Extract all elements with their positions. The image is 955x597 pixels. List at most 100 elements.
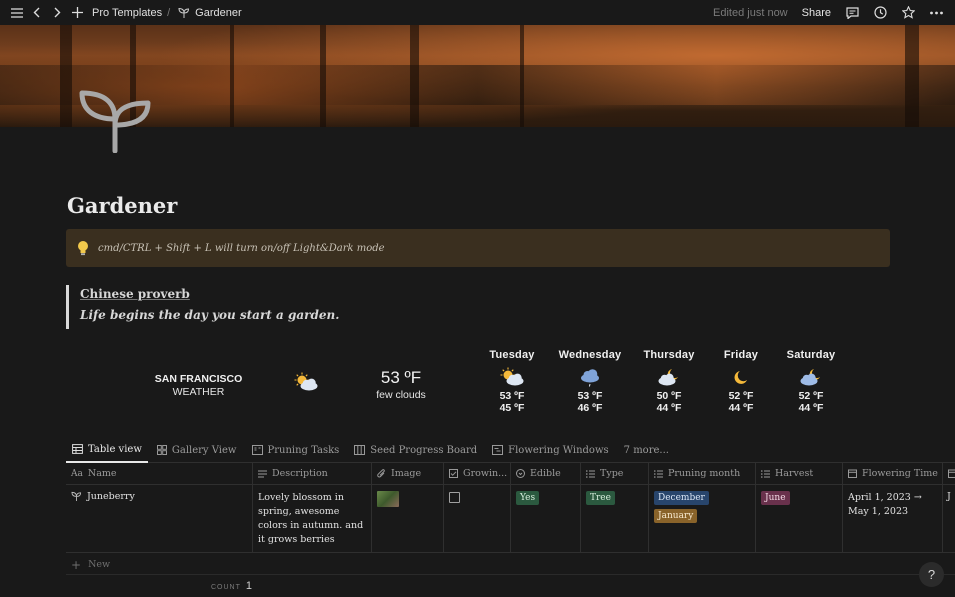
harvest-tag: June bbox=[761, 491, 790, 505]
plant-thumbnail[interactable] bbox=[377, 491, 399, 507]
column-header-name[interactable]: Aa Name bbox=[66, 463, 253, 484]
column-header-pruning-month[interactable]: Pruning month bbox=[649, 463, 756, 484]
forecast-low: 44 ºF bbox=[656, 402, 682, 414]
forecast-low: 45 ºF bbox=[499, 402, 525, 414]
pruning-tag-january: January bbox=[654, 509, 698, 523]
edible-tag: Yes bbox=[516, 491, 540, 505]
cell-type[interactable]: Tree bbox=[581, 485, 649, 552]
tab-label: Flowering Windows bbox=[508, 444, 609, 456]
breadcrumb-current[interactable]: Gardener bbox=[195, 7, 241, 19]
current-description: few clouds bbox=[376, 389, 426, 401]
forecast-day-friday: Friday 52 ºF 44 ºF bbox=[706, 349, 776, 414]
gallery-icon bbox=[156, 445, 167, 455]
top-bar: Pro Templates / Gardener Edited just now… bbox=[0, 0, 955, 25]
weather-widget[interactable]: SAN FRANCISCO WEATHER 53 ºF few clouds T… bbox=[0, 340, 955, 430]
cell-pruning-month[interactable]: December January bbox=[649, 485, 756, 552]
callout-block[interactable]: cmd/CTRL + Shift + L will turn on/off Li… bbox=[66, 229, 890, 267]
column-header-type[interactable]: Type bbox=[581, 463, 649, 484]
board-columns-icon bbox=[354, 445, 366, 455]
quote-block[interactable]: Chinese proverb Life begins the day you … bbox=[66, 285, 339, 329]
column-label: Pruning month bbox=[668, 468, 741, 479]
breadcrumb-parent[interactable]: Pro Templates bbox=[92, 7, 162, 19]
more-options-icon[interactable] bbox=[927, 4, 945, 22]
callout-text: cmd/CTRL + Shift + L will turn on/off Li… bbox=[98, 242, 385, 254]
count-value: 1 bbox=[245, 580, 253, 592]
column-label: Harvest bbox=[775, 468, 814, 479]
column-header-growing[interactable]: Growin... bbox=[444, 463, 511, 484]
table-row[interactable]: Juneberry Lovely blossom in spring, awes… bbox=[66, 485, 955, 553]
date-property-icon bbox=[848, 469, 857, 478]
forecast-day-tuesday: Tuesday 53 ºF 45 ºF bbox=[477, 349, 547, 414]
cell-name[interactable]: Juneberry bbox=[66, 485, 253, 552]
quote-title[interactable]: Chinese proverb bbox=[80, 287, 339, 301]
growing-checkbox[interactable] bbox=[449, 492, 460, 503]
count-label: COUNT bbox=[211, 584, 241, 591]
cell-image[interactable] bbox=[372, 485, 444, 552]
sprout-icon bbox=[71, 491, 82, 501]
add-new-row-button[interactable]: + New bbox=[66, 555, 955, 575]
cell-description[interactable]: Lovely blossom in spring, awesome colors… bbox=[253, 485, 372, 552]
new-row-label: New bbox=[88, 559, 111, 570]
cell-overflow[interactable]: J bbox=[943, 485, 955, 552]
tab-label: Gallery View bbox=[171, 444, 237, 456]
forecast-day-thursday: Thursday 50 ºF 44 ºF bbox=[634, 349, 704, 414]
back-icon[interactable] bbox=[28, 4, 46, 22]
cell-growing[interactable] bbox=[444, 485, 511, 552]
cover-tree bbox=[520, 25, 524, 127]
share-button[interactable]: Share bbox=[802, 7, 831, 19]
forward-icon[interactable] bbox=[48, 4, 66, 22]
rain-cloud-icon bbox=[581, 369, 599, 387]
tab-label: Table view bbox=[88, 443, 142, 455]
checkbox-property-icon bbox=[449, 469, 458, 478]
cell-edible[interactable]: Yes bbox=[511, 485, 581, 552]
help-button[interactable]: ? bbox=[919, 562, 944, 587]
favorite-star-icon[interactable] bbox=[899, 4, 917, 22]
moon-cloud-icon bbox=[800, 369, 820, 386]
cell-harvest[interactable]: June bbox=[756, 485, 843, 552]
tab-flowering-windows[interactable]: Flowering Windows bbox=[486, 438, 615, 463]
cover-tree bbox=[60, 25, 72, 127]
tab-label: Pruning Tasks bbox=[267, 444, 340, 456]
history-icon[interactable] bbox=[871, 4, 889, 22]
column-label: Name bbox=[87, 468, 117, 479]
pruning-tag-december: December bbox=[654, 491, 709, 505]
type-tag: Tree bbox=[586, 491, 615, 505]
tab-pruning-tasks[interactable]: Pruning Tasks bbox=[246, 438, 346, 463]
column-header-flowering-time[interactable]: Flowering Time bbox=[843, 463, 943, 484]
breadcrumb-separator: / bbox=[167, 6, 171, 19]
tab-seed-progress-board[interactable]: Seed Progress Board bbox=[348, 438, 483, 463]
new-page-icon[interactable] bbox=[68, 4, 86, 22]
page-title[interactable]: Gardener bbox=[67, 193, 177, 218]
forecast-high: 52 ºF bbox=[728, 390, 754, 402]
sprout-icon bbox=[175, 4, 193, 22]
forecast-day-name: Saturday bbox=[786, 349, 836, 361]
column-header-harvest[interactable]: Harvest bbox=[756, 463, 843, 484]
column-header-edible[interactable]: Edible bbox=[511, 463, 581, 484]
tab-gallery-view[interactable]: Gallery View bbox=[151, 438, 243, 463]
column-header-overflow[interactable] bbox=[943, 463, 955, 484]
table-header: Aa Name Description Image Growin... Edib… bbox=[66, 463, 955, 485]
lightbulb-icon bbox=[78, 241, 88, 256]
forecast-low: 44 ºF bbox=[728, 402, 754, 414]
column-label: Growin... bbox=[463, 468, 508, 479]
column-label: Description bbox=[272, 468, 328, 479]
edited-status: Edited just now bbox=[713, 6, 788, 19]
forecast-day-name: Tuesday bbox=[489, 349, 535, 361]
column-header-image[interactable]: Image bbox=[372, 463, 444, 484]
text-property-icon bbox=[258, 470, 267, 477]
column-label: Type bbox=[600, 468, 624, 479]
column-header-description[interactable]: Description bbox=[253, 463, 372, 484]
tab-more-views[interactable]: 7 more... bbox=[618, 438, 675, 463]
cell-flowering-time[interactable]: April 1, 2023 → May 1, 2023 bbox=[843, 485, 943, 552]
weather-current: 53 ºF few clouds bbox=[365, 368, 437, 401]
row-title[interactable]: Juneberry bbox=[87, 491, 135, 502]
forecast-low: 44 ºF bbox=[798, 402, 824, 414]
weather-label: WEATHER bbox=[172, 386, 225, 398]
menu-icon[interactable] bbox=[8, 4, 26, 22]
sun-cloud-icon bbox=[294, 372, 318, 391]
sprout-page-icon[interactable] bbox=[78, 87, 152, 153]
tab-table-view[interactable]: Table view bbox=[66, 438, 148, 463]
comment-icon[interactable] bbox=[843, 4, 861, 22]
forecast-high: 53 ºF bbox=[577, 390, 603, 402]
weather-city: SAN FRANCISCO bbox=[154, 373, 243, 385]
